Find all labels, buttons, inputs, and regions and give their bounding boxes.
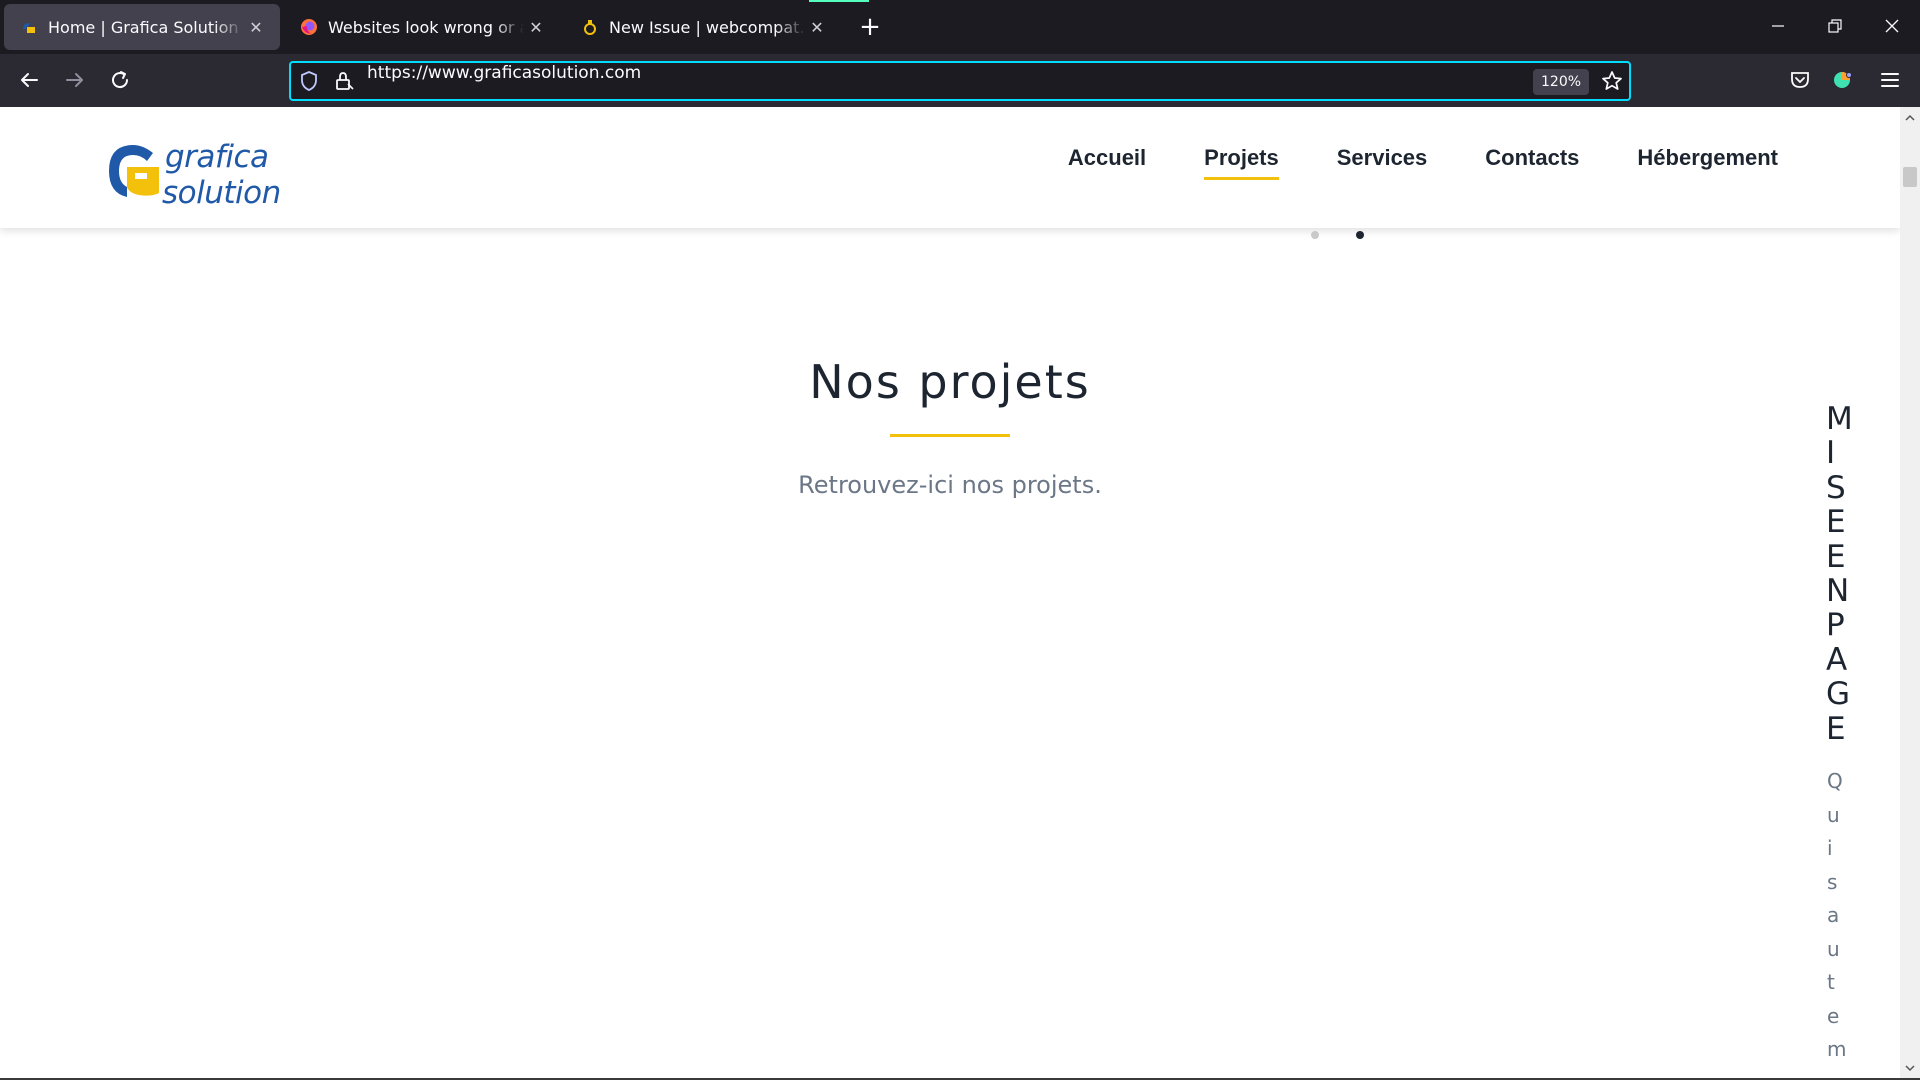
tab-strip: Home | Grafica Solution ✕ Websites look … <box>0 0 1920 54</box>
page-scrollbar[interactable] <box>1900 107 1920 1079</box>
lock-icon[interactable] <box>333 70 355 92</box>
vertical-heading-char: M <box>1826 401 1853 437</box>
hamburger-menu-icon[interactable] <box>1872 62 1908 98</box>
scroll-down-arrow-icon[interactable] <box>1900 1059 1920 1077</box>
close-tab-icon[interactable]: ✕ <box>244 15 268 39</box>
account-avatar-icon[interactable] <box>1826 62 1862 98</box>
bookmark-star-icon[interactable] <box>1601 70 1623 92</box>
nav-hebergement[interactable]: Hébergement <box>1637 145 1778 180</box>
close-tab-icon[interactable]: ✕ <box>805 15 829 39</box>
firefox-favicon-icon <box>301 19 317 35</box>
close-window-icon[interactable] <box>1869 8 1915 44</box>
tab-title: Home | Grafica Solution <box>48 17 239 37</box>
tab-title: New Issue | webcompat.com <box>609 17 805 37</box>
tab-title: Websites look wrong or appear broken <box>328 17 524 37</box>
reload-icon[interactable] <box>102 62 138 98</box>
nav-services[interactable]: Services <box>1337 145 1428 180</box>
vertical-text-char: e <box>1827 1003 1840 1028</box>
vertical-heading-char: S <box>1826 469 1846 506</box>
title-underline <box>890 434 1010 437</box>
vertical-text-char: u <box>1827 802 1840 827</box>
new-tab-plus-icon[interactable]: + <box>855 12 885 42</box>
vertical-text-char: m <box>1827 1037 1847 1061</box>
vertical-heading: MISEENPAGE <box>1826 402 1866 746</box>
vertical-heading-char: E <box>1826 710 1846 747</box>
scroll-thumb[interactable] <box>1903 167 1917 187</box>
carousel-dot-2[interactable] <box>1356 231 1364 239</box>
tab-grafica[interactable]: Home | Grafica Solution ✕ <box>4 4 280 50</box>
vertical-text: Quisautem <box>1827 765 1867 1067</box>
zoom-level-badge[interactable]: 120% <box>1533 69 1590 95</box>
url-bar[interactable]: https://www.graficasolution.com 120% <box>289 61 1631 101</box>
vertical-text-char: i <box>1827 836 1833 860</box>
vertical-heading-char: E <box>1826 504 1846 541</box>
tab-websites-look-wrong[interactable]: Websites look wrong or appear broken ✕ <box>284 4 560 50</box>
vertical-text-char: u <box>1827 936 1840 961</box>
tab-webcompat[interactable]: New Issue | webcompat.com ✕ <box>565 4 841 50</box>
url-text[interactable]: https://www.graficasolution.com <box>367 63 641 99</box>
vertical-text-char: t <box>1827 970 1835 994</box>
vertical-heading-char: I <box>1826 435 1836 472</box>
vertical-text-char: s <box>1827 869 1838 894</box>
close-tab-icon[interactable]: ✕ <box>524 15 548 39</box>
logo-line-1: grafica <box>165 139 269 175</box>
forward-arrow-icon[interactable] <box>57 62 93 98</box>
navigation-toolbar: https://www.graficasolution.com 120% <box>0 54 1920 107</box>
nav-contacts[interactable]: Contacts <box>1485 145 1579 180</box>
tab-loading-indicator <box>809 0 869 2</box>
webcompat-favicon-icon <box>584 20 596 35</box>
section-subtitle: Retrouvez-ici nos projets. <box>798 471 1102 499</box>
vertical-heading-char: E <box>1826 538 1846 575</box>
back-arrow-icon[interactable] <box>11 62 47 98</box>
pocket-icon[interactable] <box>1782 62 1818 98</box>
nav-projets[interactable]: Projets <box>1204 145 1279 180</box>
vertical-text-char: Q <box>1827 769 1843 793</box>
tracking-shield-icon[interactable] <box>299 70 319 92</box>
grafica-favicon-icon <box>23 23 35 33</box>
vertical-heading-char: P <box>1826 607 1845 644</box>
restore-icon[interactable] <box>1812 8 1858 44</box>
site-header: grafica solution Accueil Projets Service… <box>0 107 1900 228</box>
main-navigation: Accueil Projets Services Contacts Héberg… <box>1068 145 1778 180</box>
vertical-heading-char: N <box>1826 573 1850 610</box>
grafica-logo-mark-icon <box>109 145 159 197</box>
vertical-heading-char: A <box>1826 641 1848 678</box>
vertical-heading-char: G <box>1826 676 1851 713</box>
logo-line-2: solution <box>162 175 281 211</box>
site-logo[interactable]: grafica solution <box>105 137 295 211</box>
vertical-text-char: a <box>1827 903 1840 927</box>
logo-wordmark: grafica solution <box>162 139 281 211</box>
minimize-icon[interactable] <box>1755 8 1801 44</box>
web-page: grafica solution Accueil Projets Service… <box>0 107 1900 1079</box>
scroll-up-arrow-icon[interactable] <box>1900 109 1920 127</box>
carousel-dot-1[interactable] <box>1311 231 1319 239</box>
section-title: Nos projets <box>809 355 1091 409</box>
nav-accueil[interactable]: Accueil <box>1068 145 1146 180</box>
